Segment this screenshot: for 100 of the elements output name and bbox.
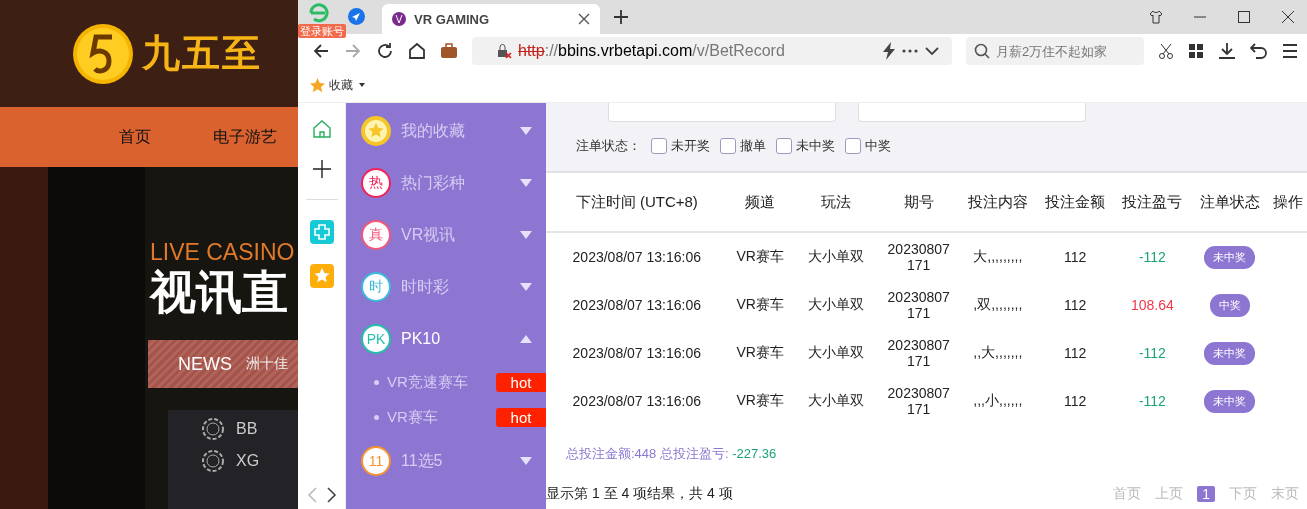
- briefcase-icon[interactable]: [440, 42, 458, 60]
- summary-label: 总投注金额:448 总投注盈亏:: [566, 446, 729, 461]
- login-badge[interactable]: 登录账号: [298, 24, 346, 38]
- category-item[interactable]: 真 VR视讯: [346, 209, 546, 261]
- column-header: 投注内容: [959, 173, 1037, 232]
- column-header: 投注盈亏: [1113, 173, 1191, 232]
- coin-logo-icon: [72, 22, 134, 85]
- table-cell: 大,,,,,,,,,: [973, 248, 1023, 264]
- new-tab-icon[interactable]: [614, 10, 628, 24]
- close-icon[interactable]: [578, 13, 590, 25]
- search-field[interactable]: 月薪2万住不起如家: [966, 37, 1144, 65]
- bullet-icon: [374, 380, 379, 385]
- column-header: 下注时间 (UTC+8): [546, 173, 728, 232]
- category-coin-icon: 11: [361, 446, 391, 476]
- column-header: 频道: [727, 173, 793, 232]
- table-cell: 2023/08/07 13:16:06: [572, 249, 702, 265]
- close-icon[interactable]: [1281, 10, 1295, 24]
- table-cell: ,双,,,,,,,,: [973, 296, 1023, 312]
- table-cell: -112: [1138, 345, 1166, 361]
- star-app-icon[interactable]: [309, 264, 334, 288]
- pagination-link[interactable]: 首页: [1113, 485, 1142, 503]
- category-item[interactable]: 时 时时彩: [346, 261, 546, 313]
- chip-icon: [202, 450, 224, 472]
- pagination-link[interactable]: 1: [1197, 486, 1215, 502]
- download-icon[interactable]: [1218, 42, 1236, 60]
- provider-link[interactable]: XG: [236, 452, 260, 470]
- date-field[interactable]: [608, 103, 836, 122]
- subcategory-link[interactable]: VR赛车: [387, 408, 488, 427]
- table-cell: VR赛车: [736, 248, 784, 264]
- category-coin-icon: 真: [361, 220, 391, 250]
- grid-icon[interactable]: [1188, 43, 1204, 59]
- table-cell: 20230807171: [887, 241, 950, 273]
- table-cell: 大小单双: [807, 344, 864, 360]
- column-header: 期号: [878, 173, 960, 232]
- category-item[interactable]: 11 11选5: [346, 435, 546, 487]
- scissors-icon[interactable]: [1158, 43, 1174, 59]
- browser-tab[interactable]: VR GAMING: [382, 4, 600, 34]
- table-cell: 108.64: [1130, 297, 1174, 313]
- star-icon: [310, 77, 325, 93]
- table-cell: 大小单双: [807, 248, 864, 264]
- reload-icon[interactable]: [376, 42, 394, 60]
- summary-value: -227.36: [732, 446, 777, 461]
- category-coin-icon: 时: [361, 272, 391, 302]
- insecure-lock-icon: [496, 43, 512, 59]
- table-cell: 20230807171: [887, 385, 950, 417]
- shirt-icon[interactable]: [1149, 10, 1163, 24]
- pagination-link[interactable]: 末页: [1271, 485, 1299, 503]
- checkbox-label[interactable]: 未开奖: [671, 137, 710, 155]
- home-icon[interactable]: [408, 42, 426, 60]
- checkbox[interactable]: [776, 138, 792, 154]
- chevron-right-icon[interactable]: [325, 487, 338, 503]
- column-header: 玩法: [792, 173, 879, 232]
- category-item[interactable]: PK PK10: [346, 313, 546, 365]
- back-icon[interactable]: [312, 42, 330, 60]
- category-item[interactable]: 我的收藏: [346, 105, 546, 157]
- checkbox[interactable]: [845, 138, 861, 154]
- plus-icon[interactable]: [311, 159, 332, 179]
- site-nav-link[interactable]: 电子游艺: [213, 126, 277, 148]
- table-cell: ,,,小,,,,,,: [973, 392, 1023, 408]
- table-cell: ,,大,,,,,,,: [973, 344, 1023, 360]
- site-nav-link[interactable]: 首页: [119, 126, 151, 148]
- status-badge: 中奖: [1209, 293, 1250, 317]
- bullet-icon: [374, 415, 379, 420]
- table-cell: -112: [1138, 393, 1166, 409]
- checkbox-label[interactable]: 未中奖: [796, 137, 835, 155]
- provider-link[interactable]: BB: [236, 420, 258, 438]
- checkbox-label[interactable]: 中奖: [865, 137, 891, 155]
- table-cell: 大小单双: [807, 296, 864, 312]
- status-badge: 未中奖: [1204, 245, 1256, 269]
- subcategory-link[interactable]: VR竞速赛车: [387, 373, 488, 392]
- hero-kicker: LIVE CASINO: [150, 239, 296, 266]
- results-info: 显示第 1 至 4 项结果，共 4 项: [546, 485, 733, 503]
- bookmarks-folder[interactable]: 收藏: [329, 76, 353, 94]
- table-cell: 2023/08/07 13:16:06: [572, 345, 702, 361]
- table-cell: VR赛车: [736, 296, 784, 312]
- chip-icon: [202, 418, 224, 440]
- category-item[interactable]: 热 热门彩种: [346, 157, 546, 209]
- lightning-icon[interactable]: [882, 42, 896, 60]
- table-cell: 112: [1063, 249, 1087, 265]
- column-header: 投注金额: [1036, 173, 1114, 232]
- checkbox[interactable]: [720, 138, 736, 154]
- news-label: NEWS: [178, 353, 232, 375]
- send-icon[interactable]: [348, 8, 365, 25]
- maximize-icon[interactable]: [1237, 10, 1251, 24]
- status-filter-label: 注单状态：: [576, 137, 641, 155]
- date-field[interactable]: [858, 103, 1086, 122]
- hot-badge: hot: [496, 408, 546, 427]
- address-bar[interactable]: http://bbins.vrbetapi.com/v/BetRecord: [472, 37, 952, 65]
- menu-icon[interactable]: [1282, 43, 1298, 59]
- table-cell: 20230807171: [887, 289, 950, 321]
- undo-icon[interactable]: [1250, 42, 1268, 60]
- checkbox-label[interactable]: 撤单: [740, 137, 766, 155]
- category-coin-icon: 热: [361, 168, 391, 198]
- pagination-link[interactable]: 下页: [1229, 485, 1257, 503]
- table-cell: -112: [1138, 249, 1166, 265]
- column-header: 操作: [1268, 173, 1307, 232]
- column-header: 注单状态: [1191, 173, 1269, 232]
- site-favicon-icon: [392, 12, 406, 26]
- site-logo-text: 九五至: [142, 31, 262, 76]
- checkbox[interactable]: [651, 138, 667, 154]
